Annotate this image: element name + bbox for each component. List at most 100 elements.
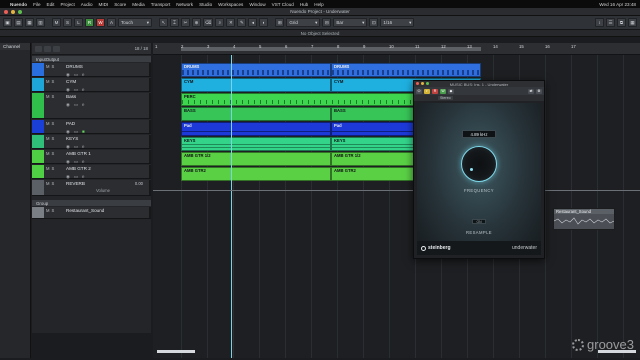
solo-button[interactable]: S (52, 64, 55, 69)
midi-event-bass[interactable]: BASS (181, 107, 331, 121)
mute-button[interactable]: M (46, 79, 50, 84)
draw-tool-icon[interactable]: ✎ (237, 18, 247, 27)
write-icon[interactable]: W (440, 88, 446, 94)
split-tool-icon[interactable]: ✂ (181, 18, 190, 27)
lower-zone-toggle-icon[interactable]: ▦ (25, 18, 34, 27)
layout-icon[interactable]: ⧉ (617, 18, 626, 27)
zoom-tool-icon[interactable]: ⌕ (215, 18, 225, 27)
cycle-range[interactable] (181, 47, 481, 51)
track-name[interactable]: KEYS (66, 136, 78, 141)
track-restaurant-sound[interactable]: MS Restaurant_Sound (32, 207, 151, 219)
audio-event-amb-gtr-1[interactable]: AMB GTR 1/2 (181, 152, 331, 166)
audio-event-restaurant-sound[interactable]: Restaurant_Sound (553, 208, 615, 230)
snap-mode-select[interactable]: Grid ▾ (286, 18, 321, 27)
solo-button[interactable]: S (52, 121, 55, 126)
right-zone-toggle-icon[interactable]: ▥ (36, 18, 45, 27)
track-visibility-icon[interactable] (53, 45, 60, 52)
track-reverb[interactable]: MS REVERB 0.00 Volume (32, 180, 151, 196)
menu-audio[interactable]: Audio (81, 2, 93, 7)
power-icon[interactable]: ⏻ (416, 88, 422, 94)
menu-project[interactable]: Project (60, 2, 74, 7)
automation-mode-select[interactable]: Touch ▾ (118, 18, 152, 27)
automation-line[interactable] (153, 190, 640, 191)
menu-hub[interactable]: Hub (300, 2, 308, 7)
track-value[interactable]: 0.00 (135, 181, 143, 186)
side-chain-icon[interactable]: ◆ (448, 88, 454, 94)
settings-icon[interactable]: ⚙ (536, 88, 542, 94)
track-amb-gtr-1[interactable]: MS AMB GTR 1 ◉ ▭ e (32, 150, 151, 164)
track-filter-icon[interactable] (44, 45, 51, 52)
track-amb-gtr-2[interactable]: MS AMB GTR 2 ◉ ▭ e (32, 165, 151, 179)
lane-icon[interactable]: ▭ (74, 102, 78, 108)
menu-studio[interactable]: Studio (199, 2, 212, 7)
track-name[interactable]: REVERB (66, 181, 85, 186)
track-bass[interactable]: MS Bass ◉ ▭ e (32, 93, 151, 119)
list-icon[interactable]: ☰ (606, 18, 615, 27)
midi-event-pad[interactable]: Pad (181, 122, 331, 136)
mute-button[interactable]: M (46, 121, 50, 126)
bypass-icon[interactable]: ◐ (424, 88, 430, 94)
color-tool-icon[interactable]: ◐ (259, 18, 269, 27)
solo-button[interactable]: S (52, 151, 55, 156)
activate-button[interactable]: A (107, 18, 116, 27)
mute-tool-icon[interactable]: ✕ (226, 18, 236, 27)
mute-button[interactable]: M (46, 64, 50, 69)
solo-button[interactable]: S (63, 18, 72, 27)
mute-button[interactable]: M (52, 18, 61, 27)
solo-button[interactable]: S (52, 94, 55, 99)
midi-event-keys[interactable]: KEYS (181, 137, 331, 151)
mute-button[interactable]: M (46, 181, 50, 186)
mute-button[interactable]: M (46, 94, 50, 99)
track-cym[interactable]: MS CYM ◉ ▭ e (32, 78, 151, 92)
menu-workspaces[interactable]: Workspaces (218, 2, 243, 7)
project-cursor[interactable] (231, 55, 232, 358)
menu-score[interactable]: Score (114, 2, 126, 7)
edit-icon[interactable]: e (82, 102, 84, 108)
midi-event-drums[interactable]: DRUMS (331, 63, 481, 77)
snap-toggle-icon[interactable]: ⊞ (275, 18, 285, 27)
menu-app[interactable]: Nuendo (10, 2, 27, 7)
menu-file[interactable]: File (33, 2, 40, 7)
timeline-ruler[interactable]: 1 2 3 4 5 6 7 8 9 10 11 12 13 14 15 16 1… (153, 43, 640, 55)
left-zone-toggle-icon[interactable]: ▤ (14, 18, 23, 27)
grid-icon[interactable]: ⊟ (322, 18, 332, 27)
add-track-icon[interactable] (35, 45, 42, 52)
listen-button[interactable]: L (74, 18, 83, 27)
track-name[interactable]: DRUMS (66, 64, 83, 69)
erase-tool-icon[interactable]: ⌫ (203, 18, 214, 27)
solo-button[interactable]: S (52, 181, 55, 186)
track-keys[interactable]: MS KEYS ◉ ▭ e (32, 135, 151, 149)
menu-window[interactable]: Window (249, 2, 265, 7)
arrange-area[interactable]: DRUMS DRUMS CYM CYM PERC BASS BASS Pad P… (153, 55, 640, 358)
menu-transport[interactable]: Transport (151, 2, 171, 7)
mute-button[interactable]: M (46, 166, 50, 171)
range-tool-icon[interactable]: ⌶ (170, 18, 179, 27)
menu-media[interactable]: Media (132, 2, 145, 7)
track-name[interactable]: AMB GTR 2 (66, 166, 91, 171)
compare-icon[interactable]: ⇄ (528, 88, 534, 94)
plugin-window[interactable]: MUSIC BUS: Ins. 1 - Underwater ⏻ ◐ R W ◆… (413, 80, 545, 259)
track-name[interactable]: Restaurant_Sound (66, 208, 104, 213)
glue-tool-icon[interactable]: ⊕ (192, 18, 201, 27)
solo-button[interactable]: S (52, 208, 55, 213)
quantize-icon[interactable]: ⊡ (369, 18, 379, 27)
solo-button[interactable]: S (52, 79, 55, 84)
track-name[interactable]: Bass (66, 94, 76, 99)
play-tool-icon[interactable]: ◂ (248, 18, 258, 27)
folder-track[interactable]: InputOutput (32, 56, 151, 62)
solo-button[interactable]: S (52, 136, 55, 141)
zoom-slider[interactable] (157, 350, 195, 353)
minimize-window-icon[interactable] (11, 10, 15, 14)
midi-event-drums[interactable]: DRUMS (181, 63, 331, 77)
scroll-icon[interactable]: ↕ (595, 18, 604, 27)
quantize-select[interactable]: 1/16 ▾ (380, 18, 415, 27)
track-drums[interactable]: MS DRUMS ◉ ▭ e (32, 63, 151, 77)
zoom-window-icon[interactable] (18, 10, 22, 14)
mute-button[interactable]: M (46, 136, 50, 141)
group-folder[interactable]: Group (32, 200, 151, 206)
left-zone-header[interactable]: Channel (0, 43, 30, 50)
inspector-toggle-icon[interactable]: ▣ (3, 18, 12, 27)
track-name[interactable]: PAD (66, 121, 75, 126)
menu-edit[interactable]: Edit (47, 2, 55, 7)
midi-event-cym[interactable]: CYM (181, 78, 331, 92)
